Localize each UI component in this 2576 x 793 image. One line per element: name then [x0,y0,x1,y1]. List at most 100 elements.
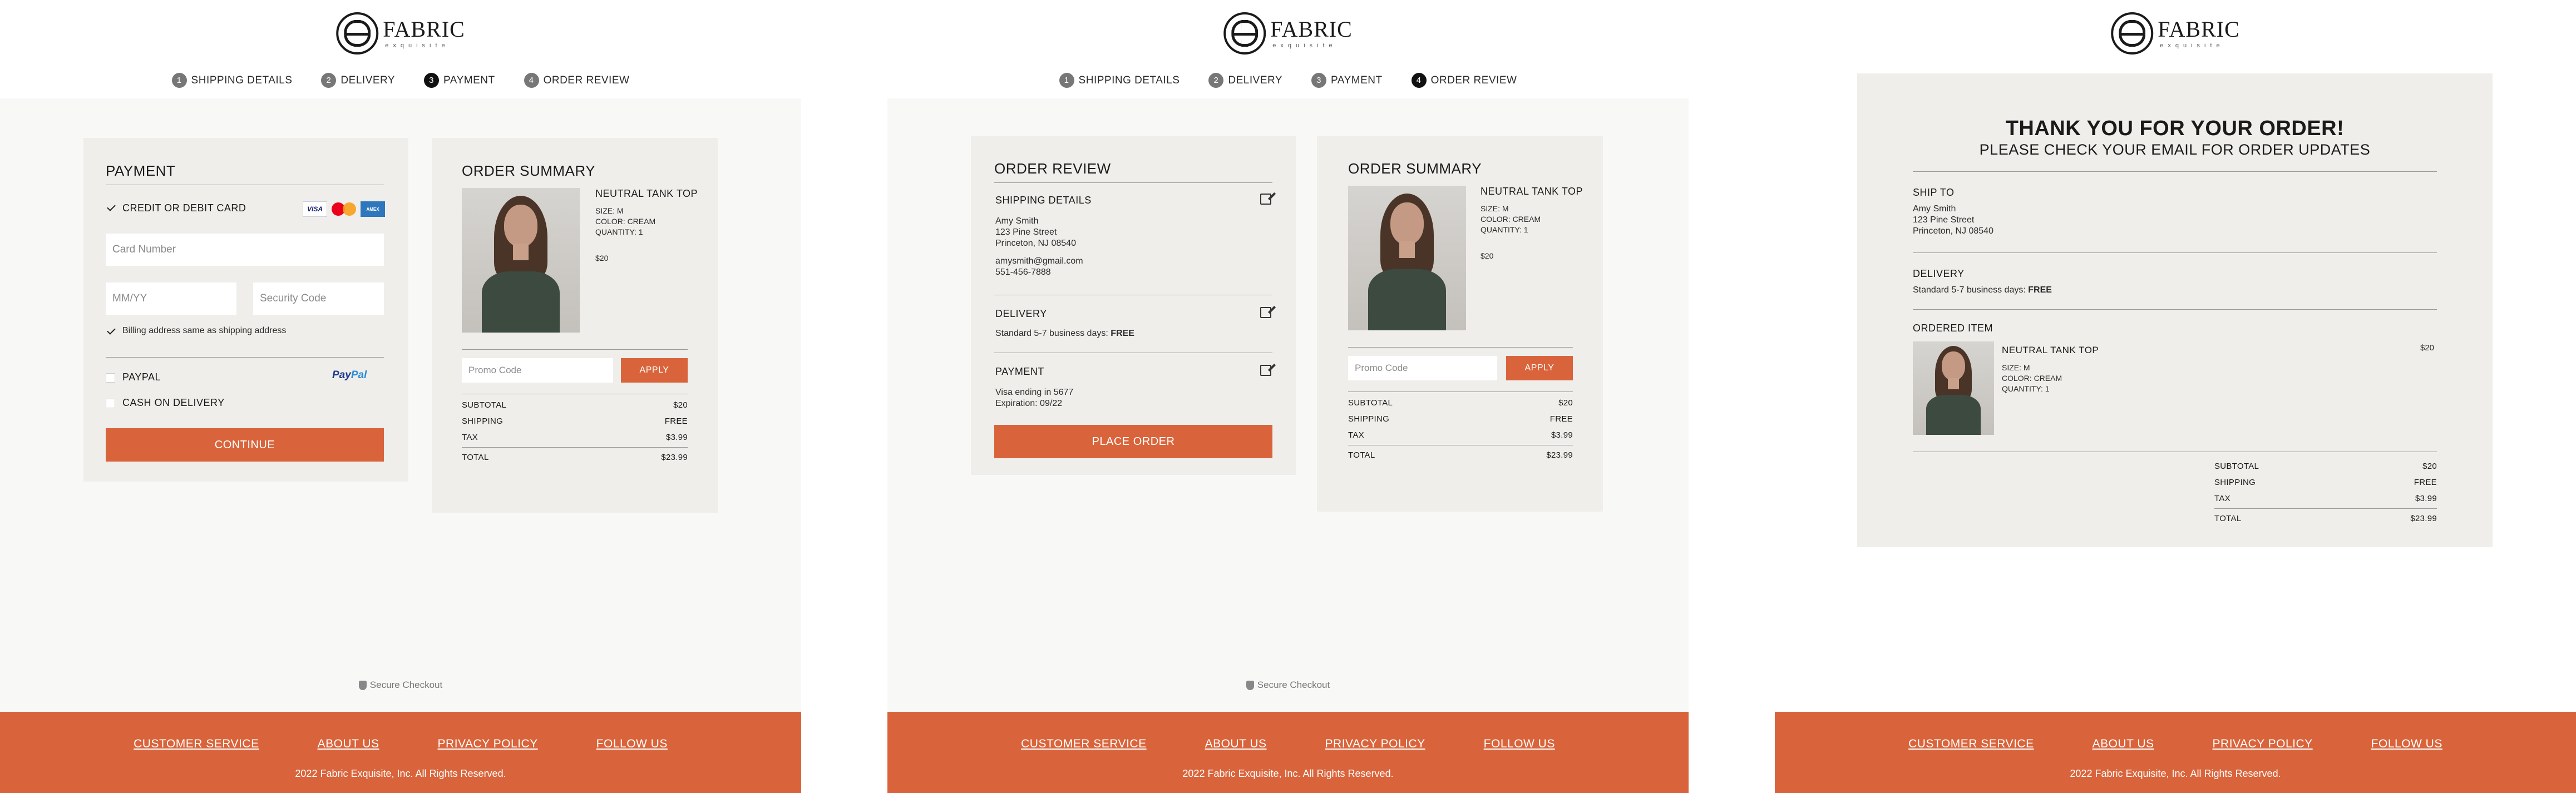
step-order-review[interactable]: 4 ORDER REVIEW [1411,73,1517,88]
step-payment[interactable]: 3 PAYMENT [1311,73,1383,88]
footer-link-about-us[interactable]: ABOUT US [2093,737,2154,751]
footer-link-follow-us[interactable]: FOLLOW US [1484,737,1555,751]
promo-code-input[interactable]: Promo Code [462,358,613,383]
footer-link-about-us[interactable]: ABOUT US [318,737,379,751]
row-value: $23.99 [661,453,688,462]
product-image[interactable] [462,188,580,333]
row-value: FREE [664,417,688,426]
step-delivery[interactable]: 2 DELIVERY [1208,73,1282,88]
product-details: SIZE: M COLOR: CREAM QUANTITY: 1 [1481,204,1541,235]
checkmark-icon [107,202,116,211]
card-expiration: Expiration: 09/22 [995,399,1063,408]
total-row: TOTAL $23.99 [462,453,688,462]
product-size: SIZE: M [595,206,624,215]
place-order-button[interactable]: PLACE ORDER [994,425,1272,458]
checkmark-icon [107,326,116,335]
brand-logo[interactable]: FABRIC exquisite [1223,12,1353,54]
amex-icon: AMEX [361,201,385,217]
delivery-free: FREE [1111,329,1134,338]
total-row: TOTAL $23.99 [2214,514,2437,523]
footer-link-follow-us[interactable]: FOLLOW US [2371,737,2442,751]
summary-totals: SUBTOTAL $20 SHIPPING FREE TAX $3.99 TOTAL $… [2214,457,2437,535]
summary-title: ORDER SUMMARY [462,162,596,179]
address-city: Princeton, NJ 08540 [995,239,1076,248]
divider [1348,391,1573,392]
customer-name: Amy Smith [995,216,1039,226]
order-review-panel: ORDER REVIEW SHIPPING DETAILS Amy Smith … [971,136,1296,475]
customer-phone: 551-456-7888 [995,267,1051,277]
step-number: 2 [1208,73,1224,88]
step-label: PAYMENT [1331,74,1383,86]
row-label: SHIPPING [1348,414,1390,424]
copyright: 2022 Fabric Exquisite, Inc. All Rights R… [295,768,506,779]
card-number-input[interactable]: Card Number [106,234,384,266]
apply-button[interactable]: APPLY [621,358,688,383]
footer-links: CUSTOMER SERVICE ABOUT US PRIVACY POLICY… [0,737,801,751]
paypal-logo-part: Pay [332,369,351,381]
step-number: 4 [524,73,539,88]
step-label: SHIPPING DETAILS [191,74,293,86]
row-label: TAX [2214,494,2230,503]
brand-name: FABRIC [1270,16,1353,42]
divider [462,447,688,448]
footer-link-customer-service[interactable]: CUSTOMER SERVICE [1021,737,1146,751]
visa-icon: VISA [303,201,327,217]
step-label: ORDER REVIEW [1430,74,1517,86]
step-number: 1 [171,73,187,88]
row-value: $20 [1558,398,1573,408]
step-order-review[interactable]: 4 ORDER REVIEW [524,73,630,88]
step-shipping-details[interactable]: 1 SHIPPING DETAILS [171,73,293,88]
brand-tagline: exquisite [385,42,450,49]
product-price: $20 [1481,251,1494,260]
order-summary-panel: ORDER SUMMARY NEUTRAL TANK TOP SIZE: M C… [432,138,718,513]
cod-checkbox[interactable] [106,399,115,408]
continue-button[interactable]: CONTINUE [106,428,384,462]
footer: CUSTOMER SERVICE ABOUT US PRIVACY POLICY… [887,712,1689,793]
brand-logo[interactable]: FABRIC exquisite [336,12,465,54]
shipping-address: Amy Smith 123 Pine Street Princeton, NJ … [995,216,1083,278]
footer-link-privacy-policy[interactable]: PRIVACY POLICY [1325,737,1425,751]
footer-link-follow-us[interactable]: FOLLOW US [596,737,668,751]
step-number: 2 [321,73,337,88]
brand-logo[interactable]: FABRIC exquisite [2111,12,2240,54]
edit-delivery-icon[interactable] [1260,307,1271,318]
row-label: TOTAL [2214,514,2242,523]
edit-payment-icon[interactable] [1260,365,1271,376]
promo-code-input[interactable]: Promo Code [1348,356,1497,380]
tax-row: TAX $3.99 [462,433,688,442]
footer-link-about-us[interactable]: ABOUT US [1205,737,1267,751]
card-ending: Visa ending in 5677 [995,388,1074,397]
step-delivery[interactable]: 2 DELIVERY [321,73,395,88]
footer-link-privacy-policy[interactable]: PRIVACY POLICY [2213,737,2313,751]
step-shipping-details[interactable]: 1 SHIPPING DETAILS [1059,73,1180,88]
delivery-text: Standard 5-7 business days: [995,329,1111,338]
brand-tagline: exquisite [1272,42,1337,49]
footer-link-privacy-policy[interactable]: PRIVACY POLICY [438,737,538,751]
step-number: 1 [1059,73,1074,88]
footer-links: CUSTOMER SERVICE ABOUT US PRIVACY POLICY… [887,737,1689,751]
address-city: Princeton, NJ 08540 [1913,226,1993,236]
copyright: 2022 Fabric Exquisite, Inc. All Rights R… [2070,768,2281,779]
footer-link-customer-service[interactable]: CUSTOMER SERVICE [1908,737,2034,751]
cod-option[interactable]: CASH ON DELIVERY [122,397,225,409]
step-payment[interactable]: 3 PAYMENT [424,73,495,88]
expiry-input[interactable]: MM/YY [106,282,236,315]
edit-shipping-icon[interactable] [1260,194,1271,205]
product-image[interactable] [1348,186,1466,330]
tax-row: TAX $3.99 [2214,494,2437,503]
shipping-details-heading: SHIPPING DETAILS [995,195,1092,206]
paypal-checkbox[interactable] [106,373,115,383]
product-image[interactable] [1913,341,1994,435]
secure-checkout-label: Secure Checkout [369,680,443,690]
card-option[interactable]: CREDIT OR DEBIT CARD [122,202,246,214]
security-code-input[interactable]: Security Code [253,282,384,315]
divider [462,349,688,350]
product-color: COLOR: CREAM [1481,215,1541,224]
divider [1913,252,2437,253]
checkout-steps: 1 SHIPPING DETAILS 2 DELIVERY 3 PAYMENT 4 OR… [887,73,1689,88]
footer-link-customer-service[interactable]: CUSTOMER SERVICE [134,737,259,751]
paypal-option[interactable]: PAYPAL [122,371,161,383]
apply-button[interactable]: APPLY [1506,356,1573,380]
delivery-method: Standard 5-7 business days: FREE [1913,285,2052,296]
billing-same-checkbox[interactable]: Billing address same as shipping address [122,325,286,336]
